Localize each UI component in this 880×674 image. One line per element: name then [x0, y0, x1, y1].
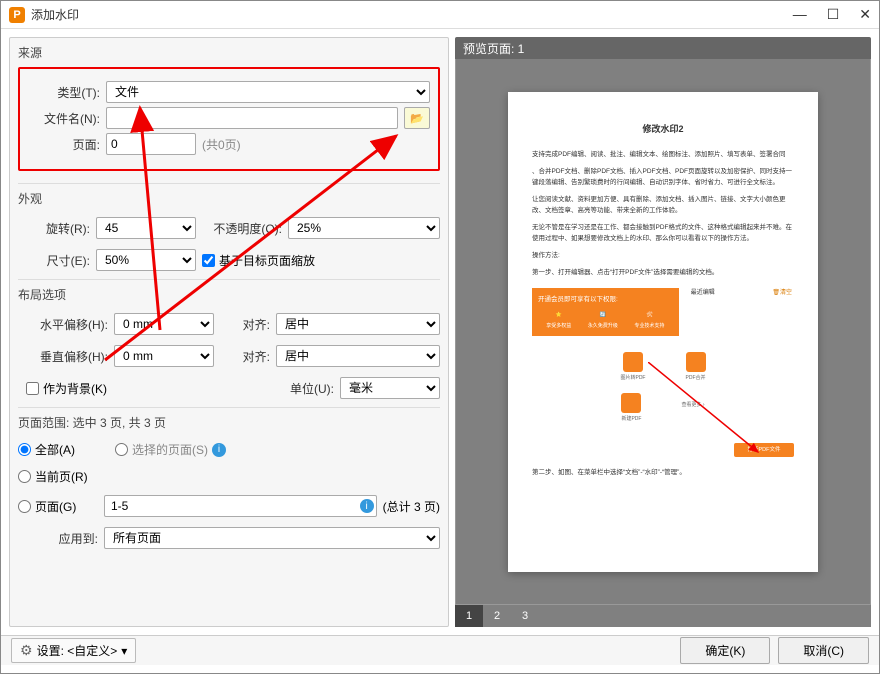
as-background-input[interactable]	[26, 382, 39, 395]
thumb-1[interactable]: 1	[455, 605, 483, 627]
app-icon: P	[9, 7, 25, 23]
scale-label: 尺寸(E):	[18, 252, 90, 269]
window-title: 添加水印	[31, 6, 79, 23]
tile-merge[interactable]: PDF合并	[686, 352, 706, 383]
page-label: 页面:	[28, 136, 100, 153]
open-pdf-button[interactable]: 打开PDF文件	[734, 443, 794, 457]
pages-total: (总计 3 页)	[383, 498, 440, 515]
unit-select[interactable]: 毫米	[340, 377, 440, 399]
filename-label: 文件名(N):	[28, 110, 100, 127]
left-panel: 来源 类型(T): 文件 文件名(N): 📂 页面: (共0页) 外观 旋转(R	[9, 37, 449, 627]
voff-select[interactable]: 0 mm	[114, 345, 214, 367]
type-select[interactable]: 文件	[106, 81, 430, 103]
valign-label: 对齐:	[220, 348, 270, 365]
thumb-3[interactable]: 3	[511, 605, 539, 627]
appearance-group-label: 外观	[18, 188, 440, 211]
recent-edit-label: 最近编辑	[691, 288, 715, 298]
pagerange-group-label: 页面范围: 选中 3 页, 共 3 页	[18, 412, 440, 435]
source-box: 类型(T): 文件 文件名(N): 📂 页面: (共0页)	[18, 67, 440, 171]
radio-pages[interactable]: 页面(G)	[18, 498, 98, 515]
footer: ⚙ 设置: <自定义> ▾ 确定(K) 取消(C)	[1, 635, 879, 665]
membership-banner: 开通会员即可享有以下权限: ⭐享受多权益 🔄永久免费升级 🛠专业技术支持	[532, 288, 679, 336]
titlebar: P 添加水印 — ☐ ✕	[1, 1, 879, 29]
hoff-select[interactable]: 0 mm	[114, 313, 214, 335]
filename-input[interactable]	[106, 107, 398, 129]
gear-icon: ⚙	[20, 642, 33, 659]
cancel-button[interactable]: 取消(C)	[778, 637, 869, 664]
thumb-2[interactable]: 2	[483, 605, 511, 627]
type-label: 类型(T):	[28, 84, 100, 101]
unit-label: 单位(U):	[278, 380, 334, 397]
hoff-label: 水平偏移(H):	[18, 316, 108, 333]
page-input[interactable]	[106, 133, 196, 155]
preview-page: 修改水印2 支持完成PDF编辑、阅读、批注、编辑文本、绘图标注、添加照片、填写表…	[508, 92, 818, 572]
applyto-label: 应用到:	[18, 530, 98, 547]
preview-bar: 预览页面: 1	[455, 37, 871, 59]
valign-select[interactable]: 居中	[276, 345, 440, 367]
voff-label: 垂直偏移(H):	[18, 348, 108, 365]
rotate-label: 旋转(R):	[18, 220, 90, 237]
radio-all[interactable]: 全部(A)	[18, 441, 75, 458]
tile-new[interactable]: 新建PDF	[621, 393, 641, 424]
info-icon: i	[212, 443, 226, 457]
chevron-down-icon: ▾	[121, 644, 127, 658]
source-group-label: 来源	[18, 42, 440, 65]
preview-panel: 预览页面: 1 修改水印2 支持完成PDF编辑、阅读、批注、编辑文本、绘图标注、…	[455, 37, 871, 627]
halign-label: 对齐:	[220, 316, 270, 333]
radio-current[interactable]: 当前页(R)	[18, 468, 88, 485]
opacity-label: 不透明度(O):	[202, 220, 282, 237]
close-button[interactable]: ✕	[859, 6, 871, 23]
radio-selected[interactable]: 选择的页面(S) i	[115, 441, 226, 458]
maximize-button[interactable]: ☐	[827, 6, 840, 23]
tile-img2pdf[interactable]: 图片转PDF	[620, 352, 645, 383]
doc-title: 修改水印2	[532, 122, 794, 137]
minimize-button[interactable]: —	[793, 6, 807, 23]
pages-input[interactable]	[107, 497, 360, 515]
ok-button[interactable]: 确定(K)	[680, 637, 770, 664]
scale-select[interactable]: 50%	[96, 249, 196, 271]
scale-relative-input[interactable]	[202, 254, 215, 267]
folder-icon: 📂	[410, 112, 424, 125]
settings-dropdown[interactable]: ⚙ 设置: <自定义> ▾	[11, 638, 136, 663]
browse-button[interactable]: 📂	[404, 107, 430, 129]
page-total: (共0页)	[202, 136, 241, 153]
applyto-select[interactable]: 所有页面	[104, 527, 440, 549]
layout-group-label: 布局选项	[18, 284, 440, 307]
info-icon[interactable]: i	[360, 499, 374, 513]
as-background-checkbox[interactable]: 作为背景(K)	[26, 380, 107, 397]
preview-area: 修改水印2 支持完成PDF编辑、阅读、批注、编辑文本、绘图标注、添加照片、填写表…	[455, 59, 871, 605]
halign-select[interactable]: 居中	[276, 313, 440, 335]
rotate-select[interactable]: 45	[96, 217, 196, 239]
scale-relative-checkbox[interactable]: 基于目标页面缩放	[202, 252, 315, 269]
opacity-select[interactable]: 25%	[288, 217, 440, 239]
page-thumbs: 1 2 3	[455, 605, 871, 627]
tile-more[interactable]: 查看更多 ›	[681, 393, 704, 424]
clear-button[interactable]: 🗑清空	[772, 288, 792, 298]
